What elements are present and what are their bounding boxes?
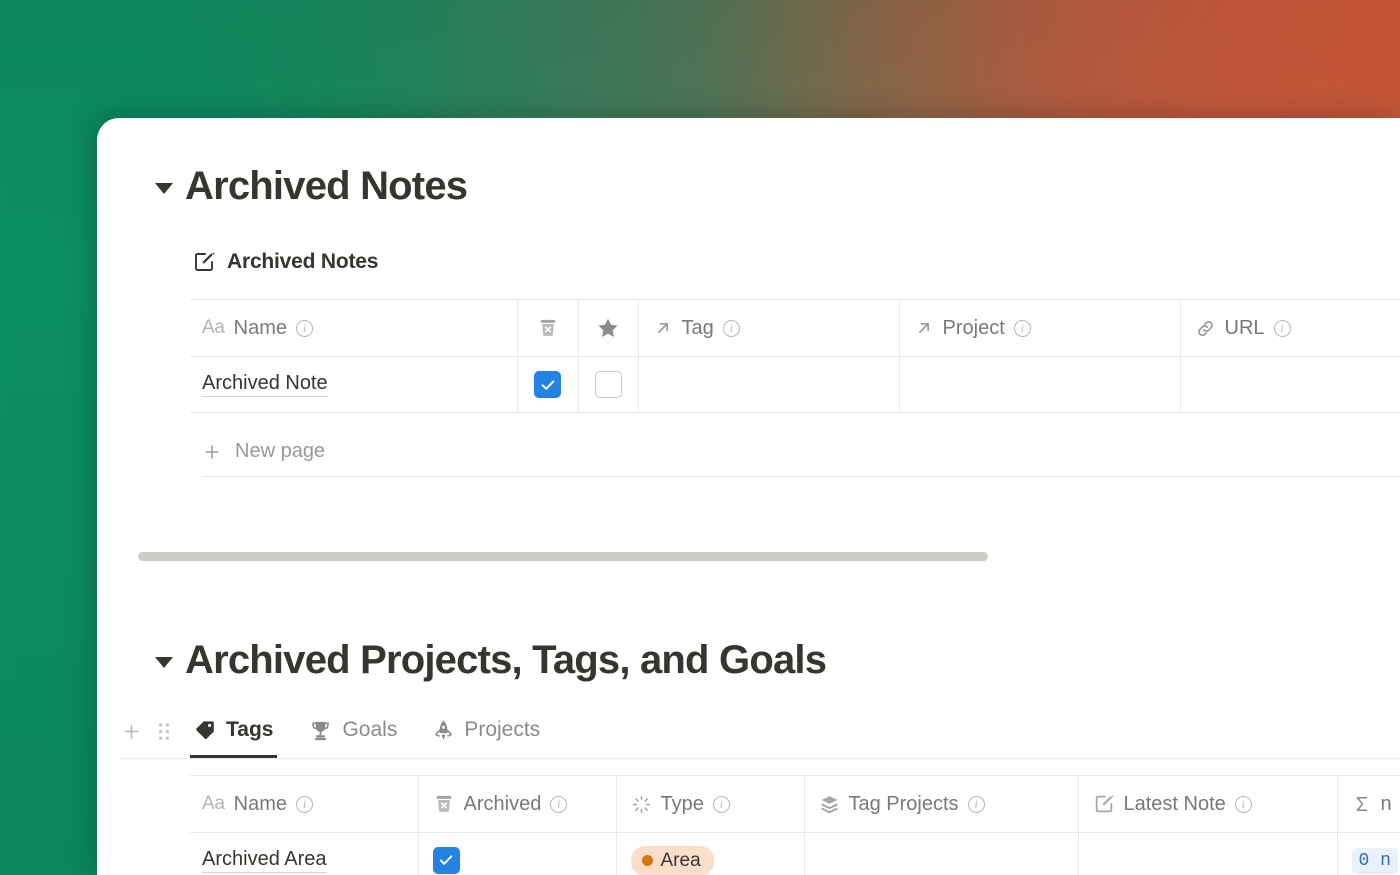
- info-icon[interactable]: i: [1235, 796, 1252, 813]
- edit-note-icon: [1093, 793, 1115, 815]
- info-icon[interactable]: i: [1014, 320, 1031, 337]
- rollup-value: 0 n: [1352, 848, 1398, 874]
- section-heading-archived-notes[interactable]: Archived Notes: [155, 164, 467, 209]
- horizontal-scrollbar[interactable]: [138, 552, 988, 561]
- aa-text-icon: Aa: [202, 317, 225, 339]
- table-archived-tags: Aa Name i: [190, 775, 1400, 875]
- column-header-star[interactable]: [578, 300, 638, 357]
- column-label: Name: [234, 793, 287, 816]
- column-label: URL: [1225, 317, 1265, 340]
- info-icon[interactable]: i: [1274, 320, 1291, 337]
- layers-icon: [819, 794, 840, 815]
- column-header-name[interactable]: Aa Name i: [190, 300, 517, 357]
- section-heading-archived-projects-tags-goals[interactable]: Archived Projects, Tags, and Goals: [155, 638, 826, 683]
- info-icon[interactable]: i: [968, 796, 985, 813]
- database-tab-bar: Tags Goals: [121, 718, 1400, 759]
- column-header-type[interactable]: Type i: [616, 776, 804, 833]
- type-pill[interactable]: Area: [631, 846, 714, 875]
- column-header-latest-note[interactable]: Latest Note i: [1078, 776, 1337, 833]
- table-archived-notes: Aa Name i: [190, 299, 1400, 413]
- table-row[interactable]: Archived Area Area: [190, 833, 1400, 875]
- page-content: Archived Notes Archived Notes: [97, 118, 1400, 875]
- tab-tags[interactable]: Tags: [190, 718, 277, 758]
- column-label: Tag: [682, 317, 714, 340]
- trash-archive-icon: [433, 793, 455, 815]
- column-label: Project: [943, 317, 1005, 340]
- pill-label: Area: [661, 850, 701, 872]
- trophy-icon: [309, 719, 332, 742]
- new-page-label: New page: [235, 440, 325, 463]
- column-header-rollup[interactable]: n: [1337, 776, 1400, 833]
- database-title-archived-notes[interactable]: Archived Notes: [192, 250, 378, 274]
- link-icon: [1195, 318, 1216, 339]
- edit-note-icon: [192, 250, 216, 274]
- cell-latest-note[interactable]: [1078, 833, 1337, 875]
- cell-url[interactable]: [1180, 357, 1400, 413]
- info-icon[interactable]: i: [550, 796, 567, 813]
- plus-icon: [202, 442, 222, 462]
- column-label: Archived: [464, 793, 542, 816]
- cell-type[interactable]: Area: [616, 833, 804, 875]
- table-row[interactable]: Archived Note: [190, 357, 1400, 413]
- trash-archive-icon: [537, 317, 559, 339]
- new-page-row[interactable]: New page: [202, 427, 1400, 477]
- cell-name[interactable]: Archived Note: [190, 357, 517, 413]
- cell-name[interactable]: Archived Area: [190, 833, 418, 875]
- cell-rollup[interactable]: 0 n: [1337, 833, 1400, 875]
- column-label: Type: [661, 793, 704, 816]
- aa-text-icon: Aa: [202, 793, 225, 815]
- pill-dot-icon: [642, 855, 653, 866]
- database-title-label: Archived Notes: [227, 250, 378, 274]
- row-title-link[interactable]: Archived Area: [202, 848, 327, 873]
- rocket-icon: [433, 719, 454, 742]
- tab-projects[interactable]: Projects: [429, 718, 544, 758]
- column-header-archived[interactable]: Archived i: [418, 776, 616, 833]
- table-header-row: Aa Name i: [190, 776, 1400, 833]
- app-window-card: Archived Notes Archived Notes: [97, 118, 1400, 875]
- checkbox-archived-checked[interactable]: [433, 847, 460, 874]
- plus-icon[interactable]: [121, 721, 142, 742]
- info-icon[interactable]: i: [296, 320, 313, 337]
- tab-label: Goals: [342, 718, 397, 742]
- column-header-url[interactable]: URL i: [1180, 300, 1400, 357]
- cell-tag[interactable]: [638, 357, 899, 413]
- column-label: Name: [234, 317, 287, 340]
- info-icon[interactable]: i: [723, 320, 740, 337]
- column-label: Latest Note: [1124, 793, 1226, 816]
- checkbox-star-unchecked[interactable]: [595, 371, 622, 398]
- info-icon[interactable]: i: [296, 796, 313, 813]
- star-icon: [596, 316, 620, 340]
- section-title: Archived Projects, Tags, and Goals: [185, 638, 826, 683]
- drag-dots-icon[interactable]: [156, 721, 172, 742]
- tab-label: Tags: [226, 718, 273, 742]
- table-header-row: Aa Name i: [190, 300, 1400, 357]
- tab-tools: [121, 721, 172, 758]
- page-title: Archived Notes: [185, 164, 467, 209]
- relation-arrow-icon: [914, 318, 934, 338]
- column-label: n: [1381, 793, 1392, 816]
- column-header-project[interactable]: Project i: [899, 300, 1180, 357]
- column-header-tag-projects[interactable]: Tag Projects i: [804, 776, 1078, 833]
- column-header-archived[interactable]: [517, 300, 578, 357]
- column-label: Tag Projects: [849, 793, 959, 816]
- info-icon[interactable]: i: [713, 796, 730, 813]
- collapse-toggle-icon[interactable]: [155, 657, 173, 668]
- select-sparkle-icon: [631, 794, 652, 815]
- column-header-tag[interactable]: Tag i: [638, 300, 899, 357]
- row-title-link[interactable]: Archived Note: [202, 372, 328, 397]
- tab-label: Projects: [464, 718, 540, 742]
- cell-archived-checkbox[interactable]: [517, 357, 578, 413]
- cell-star-checkbox[interactable]: [578, 357, 638, 413]
- cell-archived-checkbox[interactable]: [418, 833, 616, 875]
- sigma-rollup-icon: [1352, 794, 1372, 814]
- column-header-name[interactable]: Aa Name i: [190, 776, 418, 833]
- cell-tag-projects[interactable]: [804, 833, 1078, 875]
- cell-project[interactable]: [899, 357, 1180, 413]
- collapse-toggle-icon[interactable]: [155, 183, 173, 194]
- relation-arrow-icon: [653, 318, 673, 338]
- tab-goals[interactable]: Goals: [305, 718, 401, 758]
- checkbox-archived-checked[interactable]: [534, 371, 561, 398]
- tag-icon: [194, 719, 216, 741]
